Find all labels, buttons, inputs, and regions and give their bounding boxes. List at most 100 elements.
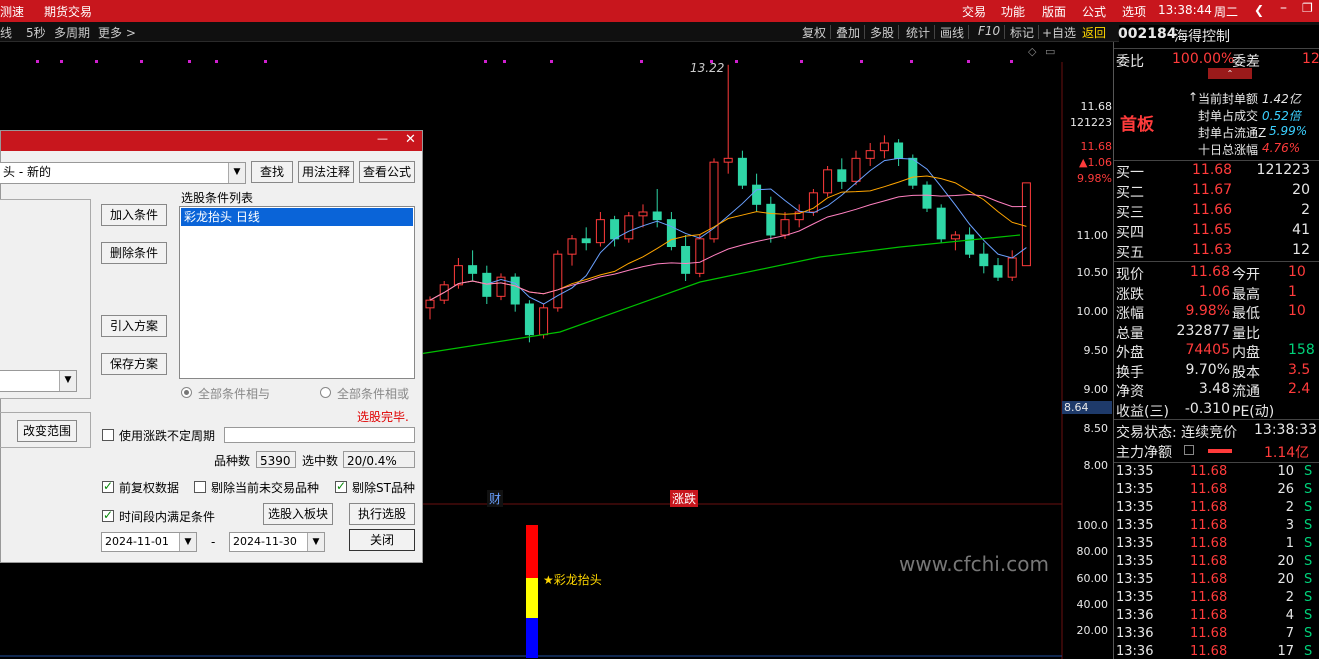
- find-button[interactable]: 查找: [251, 161, 293, 183]
- candle-body: [766, 203, 776, 236]
- add-condition-button[interactable]: 加入条件: [101, 204, 167, 226]
- dropdown-arrow-icon[interactable]: ▼: [307, 533, 324, 551]
- menu-function[interactable]: 功能: [1001, 3, 1025, 20]
- signal-dot: [967, 60, 970, 63]
- date-to-picker[interactable]: 2024-11-30 ▼: [229, 532, 325, 552]
- close-icon[interactable]: ✕: [405, 132, 416, 147]
- import-plan-button[interactable]: 引入方案: [101, 315, 167, 337]
- candle-body: [695, 238, 705, 274]
- candle-body: [851, 157, 861, 182]
- quote-label: 股本: [1232, 364, 1260, 381]
- condition-list[interactable]: 彩龙抬头 日线: [179, 206, 415, 379]
- finance-marker[interactable]: 财: [487, 490, 504, 507]
- window-icon[interactable]: ▭: [1045, 45, 1055, 58]
- bid-price[interactable]: 11.67: [1192, 182, 1232, 198]
- candle-body: [1007, 257, 1017, 278]
- tool-5sec[interactable]: 5秒: [26, 24, 46, 41]
- bid-price[interactable]: 11.68: [1192, 162, 1232, 178]
- axis-cursor-price: 8.64: [1062, 401, 1112, 414]
- tool-f10[interactable]: F10: [978, 24, 1000, 38]
- menu-options[interactable]: 选项: [1122, 3, 1146, 20]
- candle-body: [453, 265, 463, 286]
- tool-fuquan[interactable]: 复权: [802, 24, 826, 41]
- collapse-icon[interactable]: ⌃: [1208, 68, 1252, 79]
- exclude-st-checkbox[interactable]: [335, 479, 347, 493]
- main-net-icon[interactable]: [1184, 445, 1194, 455]
- quote-value: 158: [1288, 342, 1315, 358]
- bid-label: 买四: [1116, 225, 1144, 241]
- signal-dot: [264, 60, 267, 63]
- tool-multi-period[interactable]: 多周期: [54, 24, 90, 41]
- diamond-icon[interactable]: ◇: [1028, 45, 1036, 58]
- bid-price[interactable]: 11.65: [1192, 222, 1232, 238]
- radio-or[interactable]: [320, 387, 331, 398]
- candle-body: [624, 215, 634, 240]
- tool-add-favorite[interactable]: +自选: [1042, 24, 1076, 41]
- bid-volume: 12: [1292, 242, 1310, 258]
- tool-draw[interactable]: 画线: [940, 24, 964, 41]
- tool-overlay[interactable]: 叠加: [836, 24, 860, 41]
- execute-screen-button[interactable]: 执行选股: [349, 503, 415, 525]
- tick-price: 11.68: [1190, 518, 1228, 533]
- quote-value: 1: [1288, 283, 1297, 300]
- radio-and[interactable]: [181, 387, 192, 398]
- axis-price-high: 11.68: [1080, 100, 1113, 113]
- info-value: 1.42亿: [1262, 92, 1301, 106]
- tool-mark[interactable]: 标记: [1010, 24, 1034, 41]
- tick-time: 13:35: [1116, 464, 1154, 479]
- bid-price[interactable]: 11.63: [1192, 242, 1232, 258]
- price-change-marker[interactable]: 涨跌: [670, 490, 699, 507]
- tool-multi-stock[interactable]: 多股: [870, 24, 894, 41]
- quote-label: 最低: [1232, 306, 1260, 322]
- change-range-button[interactable]: 改变范围: [17, 420, 77, 442]
- back-icon[interactable]: ❮: [1254, 3, 1264, 17]
- fuquan-checkbox[interactable]: [102, 479, 114, 493]
- date-from-picker[interactable]: 2024-11-01 ▼: [101, 532, 197, 552]
- exclude-untraded-checkbox[interactable]: [194, 481, 206, 493]
- candle-body: [979, 253, 989, 267]
- tick-price: 11.68: [1190, 608, 1228, 623]
- menu-speedtest[interactable]: 测速: [0, 3, 24, 20]
- params-select[interactable]: ▼: [0, 370, 77, 392]
- tick-side: S: [1304, 554, 1313, 569]
- save-plan-button[interactable]: 保存方案: [101, 353, 167, 375]
- close-button[interactable]: 关闭: [349, 529, 415, 551]
- tick-volume: 26: [1277, 482, 1294, 497]
- tool-more[interactable]: 更多 >: [98, 24, 136, 41]
- restore-icon[interactable]: ❐: [1302, 1, 1313, 15]
- add-to-block-button[interactable]: 选股入板块: [263, 503, 333, 525]
- period-checkbox[interactable]: [102, 429, 114, 441]
- menu-layout[interactable]: 版面: [1042, 3, 1066, 20]
- tick-volume: 2: [1285, 590, 1294, 605]
- bid-volume: 20: [1292, 182, 1310, 198]
- view-formula-button[interactable]: 查看公式: [359, 161, 415, 183]
- dialog-titlebar[interactable]: — ✕: [1, 131, 422, 151]
- axis-11-00: 11.00: [1076, 229, 1109, 242]
- candle-body: [539, 307, 549, 336]
- candle-body: [908, 157, 918, 186]
- tick-time: 13:35: [1116, 572, 1154, 587]
- delete-condition-button[interactable]: 删除条件: [101, 242, 167, 264]
- condition-list-item[interactable]: 彩龙抬头 日线: [181, 208, 413, 226]
- dropdown-arrow-icon[interactable]: ▼: [179, 533, 196, 551]
- menu-trade[interactable]: 交易: [962, 3, 986, 20]
- minimize-icon[interactable]: —: [377, 132, 388, 145]
- bid-label: 买二: [1116, 185, 1144, 201]
- menu-formula[interactable]: 公式: [1082, 3, 1106, 20]
- usage-notes-button[interactable]: 用法注释: [298, 161, 354, 183]
- trade-status-label: 交易状态: 连续竞价: [1116, 425, 1238, 441]
- formula-select[interactable]: 头 - 新的 ▼: [0, 162, 246, 184]
- timerange-checkbox[interactable]: [102, 508, 114, 522]
- tool-return[interactable]: 返回: [1082, 24, 1106, 41]
- menu-futures[interactable]: 期货交易: [44, 3, 92, 20]
- dropdown-arrow-icon[interactable]: ▼: [228, 163, 245, 183]
- dropdown-arrow-icon[interactable]: ▼: [59, 371, 76, 391]
- minimize-icon[interactable]: –: [1280, 0, 1287, 16]
- tool-line[interactable]: 线: [0, 24, 12, 41]
- period-input[interactable]: [224, 427, 415, 443]
- tick-price: 11.68: [1190, 554, 1228, 569]
- tick-side: S: [1304, 536, 1313, 551]
- bid-price[interactable]: 11.66: [1192, 202, 1232, 218]
- signal-dot: [860, 60, 863, 63]
- tool-stats[interactable]: 统计: [906, 24, 930, 41]
